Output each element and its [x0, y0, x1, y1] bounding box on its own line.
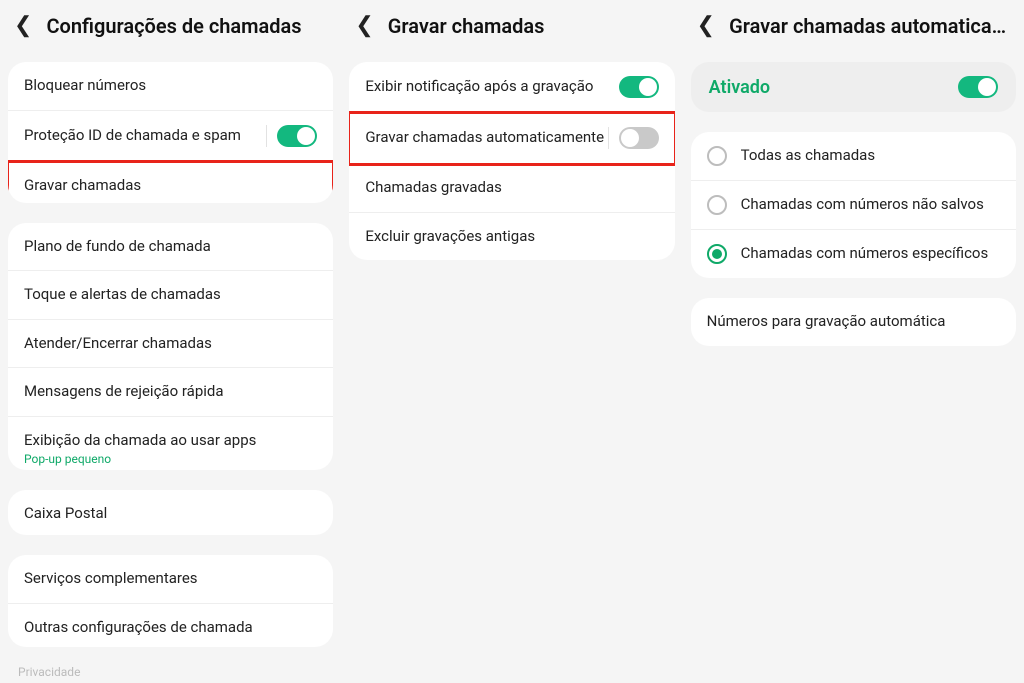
label: Exibição da chamada ao usar apps — [24, 431, 256, 451]
row-ringtone-alerts[interactable]: Toque e alertas de chamadas — [8, 271, 333, 320]
label: Toque e alertas de chamadas — [24, 285, 221, 305]
radio-icon — [707, 244, 727, 264]
label: Chamadas com números não salvos — [741, 195, 984, 215]
label: Bloquear números — [24, 76, 146, 96]
label: Plano de fundo de chamada — [24, 237, 211, 257]
row-show-notification[interactable]: Exibir notificação após a gravação — [349, 62, 674, 113]
row-recorded-calls[interactable]: Chamadas gravadas — [349, 164, 674, 213]
panel-auto-record: ❮ Gravar chamadas automatica… Ativado To… — [683, 0, 1024, 683]
radio-all-calls[interactable]: Todas as chamadas — [691, 132, 1016, 181]
row-delete-old[interactable]: Excluir gravações antigas — [349, 213, 674, 261]
label: Mensagens de rejeição rápida — [24, 382, 224, 402]
row-quick-decline[interactable]: Mensagens de rejeição rápida — [8, 368, 333, 417]
label: Chamadas gravadas — [365, 178, 502, 198]
radio-unsaved[interactable]: Chamadas com números não salvos — [691, 181, 1016, 230]
header: ❮ Gravar chamadas automatica… — [683, 0, 1024, 56]
group-3: Caixa Postal — [8, 490, 333, 536]
row-answer-end[interactable]: Atender/Encerrar chamadas — [8, 320, 333, 369]
panel-call-settings: ❮ Configurações de chamadas Bloquear núm… — [0, 0, 341, 683]
back-icon[interactable]: ❮ — [14, 15, 32, 37]
row-call-display[interactable]: Exibição da chamada ao usar apps Pop-up … — [8, 417, 333, 470]
panel-record-calls: ❮ Gravar chamadas Exibir notificação apó… — [341, 0, 682, 683]
label: Números para gravação automática — [707, 312, 946, 332]
row-auto-record[interactable]: Gravar chamadas automaticamente — [349, 113, 674, 164]
label: Atender/Encerrar chamadas — [24, 334, 212, 354]
row-activated[interactable]: Ativado — [691, 62, 1016, 112]
page-title: Gravar chamadas automatica… — [729, 14, 1006, 38]
back-icon[interactable]: ❮ — [697, 15, 715, 37]
label: Excluir gravações antigas — [365, 227, 535, 247]
footer-privacy: Privacidade — [0, 661, 341, 683]
group-numbers: Números para gravação automática — [691, 298, 1016, 346]
row-numbers-for-auto[interactable]: Números para gravação automática — [691, 298, 1016, 346]
group-options: Todas as chamadas Chamadas com números n… — [691, 132, 1016, 278]
group-4: Serviços complementares Outras configura… — [8, 555, 333, 647]
back-icon[interactable]: ❮ — [355, 15, 373, 37]
row-voicemail[interactable]: Caixa Postal — [8, 490, 333, 536]
radio-icon — [707, 195, 727, 215]
label: Exibir notificação após a gravação — [365, 77, 593, 97]
label: Gravar chamadas automaticamente — [365, 128, 604, 148]
label: Todas as chamadas — [741, 146, 875, 166]
toggle-wrap — [608, 127, 659, 149]
label: Proteção ID de chamada e spam — [24, 126, 241, 146]
row-block-numbers[interactable]: Bloquear números — [8, 62, 333, 111]
header: ❮ Gravar chamadas — [341, 0, 682, 56]
radio-specific[interactable]: Chamadas com números específicos — [691, 230, 1016, 278]
row-supplementary[interactable]: Serviços complementares — [8, 555, 333, 604]
toggle-show-notification[interactable] — [619, 76, 659, 98]
divider — [266, 125, 267, 147]
radio-icon — [707, 146, 727, 166]
label: Ativado — [709, 77, 770, 98]
divider — [608, 127, 609, 149]
group-1: Exibir notificação após a gravação Grava… — [349, 62, 674, 260]
page-title: Configurações de chamadas — [46, 14, 301, 38]
label: Chamadas com números específicos — [741, 244, 989, 264]
toggle-caller-id-spam[interactable] — [277, 125, 317, 147]
group-1: Bloquear números Proteção ID de chamada … — [8, 62, 333, 203]
label: Caixa Postal — [24, 504, 107, 524]
sublabel: Pop-up pequeno — [24, 452, 256, 466]
header: ❮ Configurações de chamadas — [0, 0, 341, 56]
row-other-settings[interactable]: Outras configurações de chamada — [8, 604, 333, 647]
group-2: Plano de fundo de chamada Toque e alerta… — [8, 223, 333, 470]
row-record-calls[interactable]: Gravar chamadas — [8, 162, 333, 203]
label: Gravar chamadas — [24, 176, 141, 196]
row-call-background[interactable]: Plano de fundo de chamada — [8, 223, 333, 272]
label: Serviços complementares — [24, 569, 198, 589]
page-title: Gravar chamadas — [388, 14, 545, 38]
toggle-activated[interactable] — [958, 76, 998, 98]
toggle-auto-record[interactable] — [619, 127, 659, 149]
row-caller-id-spam[interactable]: Proteção ID de chamada e spam — [8, 111, 333, 162]
toggle-wrap — [266, 125, 317, 147]
label: Outras configurações de chamada — [24, 618, 253, 638]
